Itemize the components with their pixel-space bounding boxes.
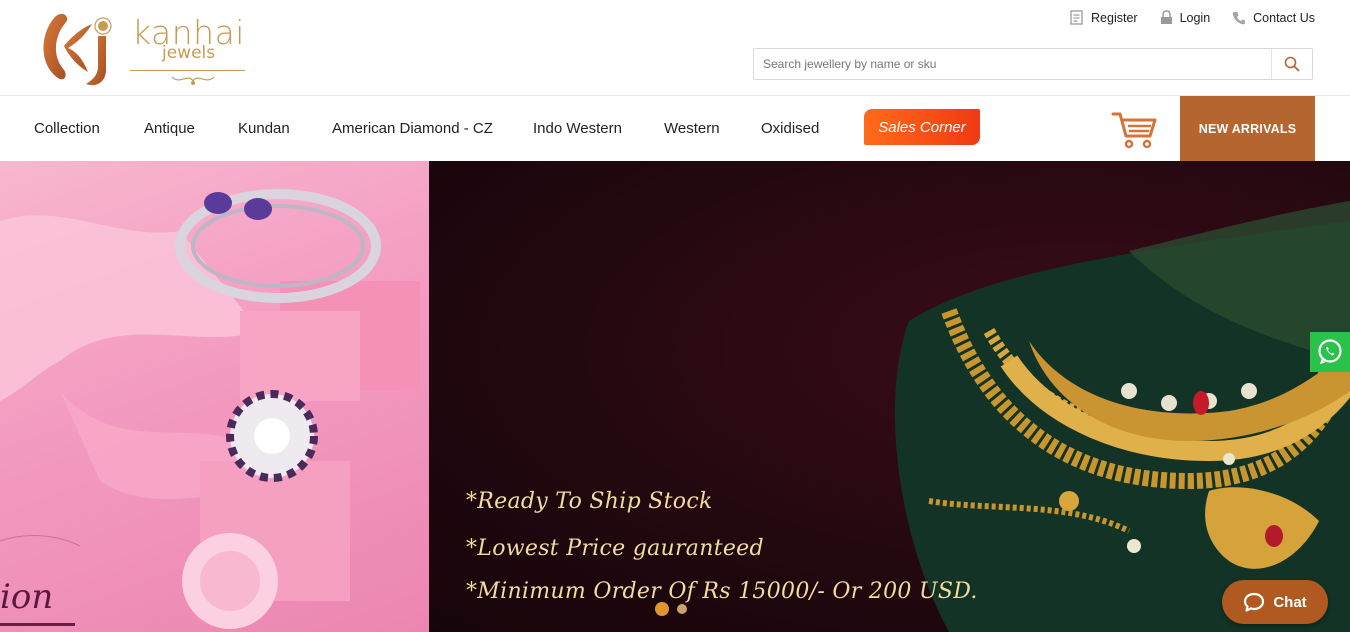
chat-button[interactable]: Chat — [1222, 580, 1328, 624]
register-link[interactable]: Register — [1070, 10, 1138, 25]
hero-carousel[interactable]: ion *Ready To Ship Stock *Lowest Price g… — [0, 161, 1350, 632]
nav-item-kundan[interactable]: Kundan — [238, 120, 290, 137]
search-input[interactable] — [754, 49, 1272, 79]
flourish-icon — [171, 76, 215, 85]
chat-label: Chat — [1273, 593, 1307, 611]
contact-link[interactable]: Contact Us — [1232, 10, 1315, 25]
nav-item-antique[interactable]: Antique — [144, 120, 195, 137]
site-header: kanhai jewels Register Login Contact Us … — [0, 0, 1350, 96]
site-logo[interactable]: kanhai jewels — [34, 6, 254, 90]
register-label: Register — [1091, 10, 1138, 25]
kj-monogram-icon — [43, 13, 112, 86]
lock-icon — [1160, 10, 1172, 24]
nav-item-western[interactable]: Western — [664, 120, 720, 137]
register-icon — [1070, 10, 1083, 25]
search-box — [753, 48, 1313, 80]
carousel-dot-2[interactable] — [677, 604, 687, 614]
cart-button[interactable] — [1110, 110, 1158, 155]
login-label: Login — [1179, 10, 1211, 25]
nav-item-collection[interactable]: Collection — [34, 120, 100, 137]
main-nav: Collection Antique Kundan American Diamo… — [0, 96, 1350, 161]
shopping-cart-icon — [1111, 112, 1157, 149]
phone-icon — [1232, 11, 1246, 24]
top-links: Register Login Contact Us — [1070, 10, 1315, 25]
whatsapp-icon — [1318, 339, 1342, 364]
jewellery-display-image — [0, 189, 420, 629]
banner-line-minimum-order: *Minimum Order Of Rs 15000/- Or 200 USD. — [466, 579, 978, 604]
banner-line-ready-stock: *Ready To Ship Stock — [466, 489, 713, 514]
whatsapp-button[interactable] — [1310, 332, 1350, 372]
gold-necklace-image — [894, 201, 1350, 632]
contact-label: Contact Us — [1253, 10, 1315, 25]
search-button[interactable] — [1271, 49, 1312, 79]
chat-bubble-icon — [1244, 592, 1265, 612]
carousel-dot-1[interactable] — [655, 602, 669, 616]
banner-line-lowest-price: *Lowest Price gauranteed — [466, 536, 764, 561]
brand-tagline: jewels — [162, 43, 216, 63]
hero-banner-jewellery[interactable]: *Ready To Ship Stock *Lowest Price gaura… — [429, 161, 1350, 632]
login-link[interactable]: Login — [1160, 10, 1211, 25]
carousel-dots — [655, 602, 687, 616]
new-arrivals-button[interactable]: NEW ARRIVALS — [1180, 96, 1315, 161]
nav-item-american-diamond-cz[interactable]: American Diamond - CZ — [332, 120, 493, 137]
nav-item-indo-western[interactable]: Indo Western — [533, 120, 622, 137]
banner-caption: ion — [0, 577, 54, 617]
nav-item-oxidised[interactable]: Oxidised — [761, 120, 819, 137]
search-icon — [1284, 56, 1300, 72]
sales-corner-button[interactable]: Sales Corner — [864, 109, 980, 145]
hero-banner-pink[interactable]: ion — [0, 161, 429, 632]
